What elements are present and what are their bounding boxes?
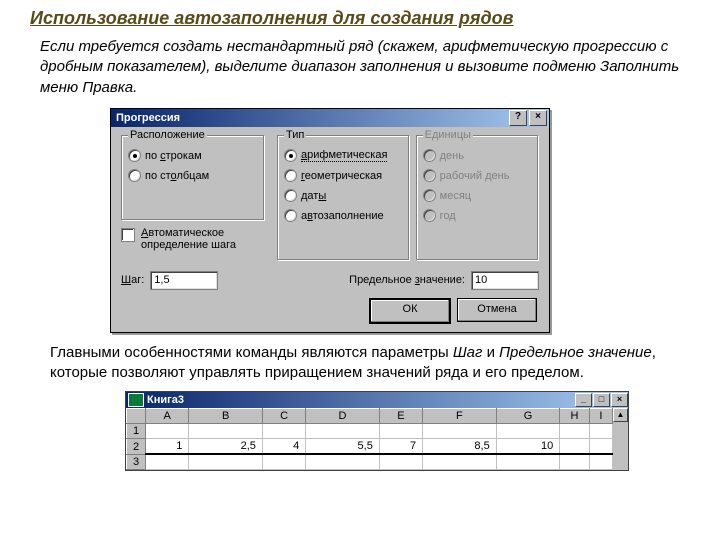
workbook-icon [128,393,144,407]
dialog-titlebar[interactable]: Прогрессия ? × [111,109,549,127]
help-button[interactable]: ? [509,110,527,126]
radio-icon [128,169,141,182]
radio-icon [128,149,141,162]
maximize-button[interactable]: □ [593,393,610,407]
group-type: Тип арифметическая геометрическая даты [277,135,410,261]
close-window-button[interactable]: × [611,393,628,407]
row-2[interactable]: 2 1 2,5 4 5,5 7 8,5 10 [127,439,613,455]
close-button[interactable]: × [529,110,547,126]
checkbox-icon [121,228,135,242]
group-location: Расположение по строкам по столбцам [121,135,265,221]
workbook-title: Книга3 [147,394,184,406]
minimize-button[interactable]: _ [575,393,592,407]
row-3[interactable]: 3 [127,454,613,470]
column-headers[interactable]: ABC DEF GHI [127,409,613,424]
scroll-up-icon[interactable]: ▲ [613,408,628,422]
page-title: Использование автозаполнения для создани… [30,8,690,29]
spreadsheet-grid[interactable]: ABC DEF GHI 1 2 1 2,5 4 5,5 7 [126,408,613,470]
radio-year: год [423,206,532,226]
radio-autofill[interactable]: автозаполнение [284,206,403,226]
spreadsheet-titlebar[interactable]: Книга3 _ □ × [126,392,628,408]
radio-icon [423,209,436,222]
radio-icon [284,209,297,222]
radio-icon [423,149,436,162]
vertical-scrollbar[interactable]: ▲ [613,408,628,470]
spreadsheet-window: Книга3 _ □ × ABC DEF GHI 1 [125,391,629,471]
radio-month: месяц [423,186,532,206]
intro-text: Если требуется создать нестандартный ряд… [40,37,680,98]
row-1[interactable]: 1 [127,424,613,439]
radio-by-rows[interactable]: по строкам [128,146,258,166]
radio-arithmetic[interactable]: арифметическая [284,146,403,166]
radio-day: день [423,146,532,166]
step-field: Шаг: 1,5 [121,271,218,290]
group-location-title: Расположение [128,129,207,141]
dialog-title: Прогрессия [113,112,507,124]
radio-geometric[interactable]: геометрическая [284,166,403,186]
ok-button[interactable]: ОК [369,298,451,324]
radio-icon [284,169,297,182]
radio-dates[interactable]: даты [284,186,403,206]
radio-icon [284,189,297,202]
radio-workday: рабочий день [423,166,532,186]
select-all-corner[interactable] [127,409,146,424]
limit-field: Предельное значение: 10 [349,271,539,290]
radio-by-columns[interactable]: по столбцам [128,166,258,186]
group-units-title: Единицы [423,129,473,141]
cancel-button[interactable]: Отмена [457,298,537,322]
auto-step-checkbox[interactable]: Автоматическое определение шага [121,227,271,251]
limit-input[interactable]: 10 [471,271,539,290]
series-dialog: Прогрессия ? × Расположение по строкам [110,108,550,333]
description-text: Главными особенностями команды являются … [50,343,670,384]
group-type-title: Тип [284,129,306,141]
radio-icon [284,149,297,162]
radio-icon [423,169,436,182]
group-units: Единицы день рабочий день месяц [416,135,539,261]
step-input[interactable]: 1,5 [150,271,218,290]
radio-icon [423,189,436,202]
